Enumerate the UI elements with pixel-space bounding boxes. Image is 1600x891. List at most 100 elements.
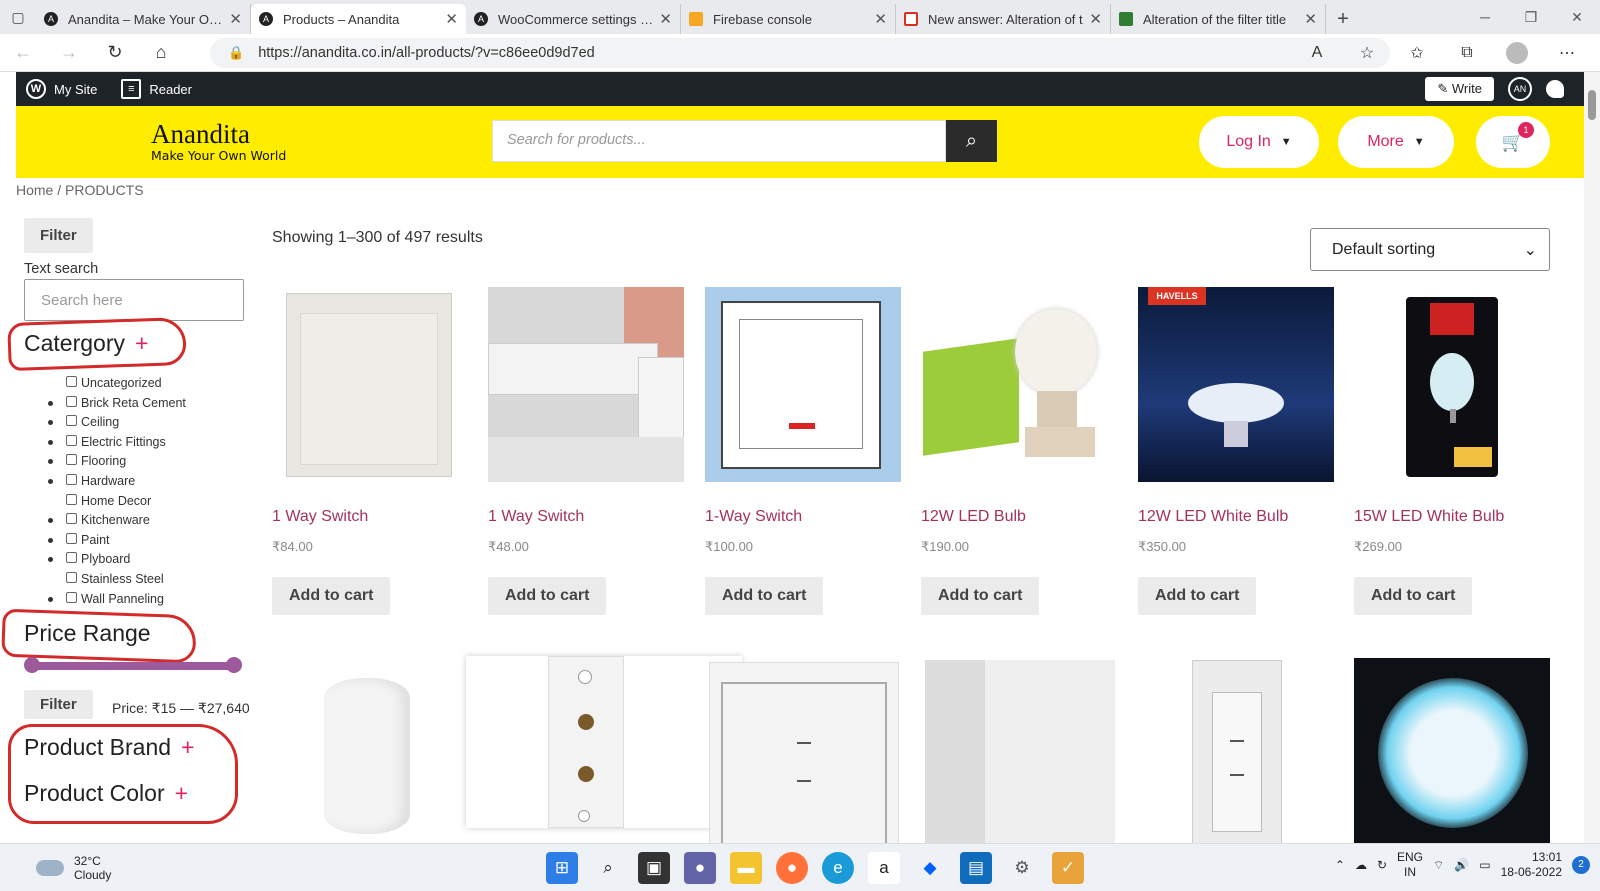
checkbox[interactable]	[66, 513, 77, 525]
close-window-icon[interactable]: ✕	[1554, 0, 1600, 34]
product-image[interactable]	[1354, 287, 1550, 482]
product-name[interactable]: 12W LED White Bulb	[1138, 508, 1334, 526]
browser-tab-active[interactable]: A Products – Anandita ✕	[251, 4, 466, 34]
more-menu-icon[interactable]: ⋯	[1544, 38, 1590, 68]
search-button[interactable]: ⌕	[946, 120, 997, 162]
product-image[interactable]	[1138, 656, 1334, 851]
collections-icon[interactable]: ⧉	[1444, 38, 1490, 68]
category-item[interactable]: Wall Panneling	[48, 591, 186, 612]
product-image[interactable]	[1354, 658, 1550, 853]
page-scrollbar[interactable]	[1584, 72, 1600, 843]
category-item[interactable]: Stainless Steel	[56, 571, 186, 592]
product-image[interactable]	[705, 287, 901, 482]
my-site-link[interactable]: W My Site	[26, 79, 97, 99]
checkbox[interactable]	[66, 473, 77, 485]
new-tab-button[interactable]: +	[1326, 4, 1360, 34]
slider-max-handle[interactable]	[226, 657, 242, 673]
product-name[interactable]: 15W LED White Bulb	[1354, 508, 1550, 526]
checkbox[interactable]	[66, 493, 77, 505]
close-tab-icon[interactable]: ✕	[659, 10, 672, 28]
checkbox[interactable]	[66, 395, 77, 407]
add-to-cart-button[interactable]: Add to cart	[705, 577, 824, 615]
dropbox-icon[interactable]: ◆	[914, 852, 946, 884]
product-name[interactable]: 1-Way Switch	[705, 508, 901, 526]
product-name[interactable]: 1 Way Switch	[488, 508, 684, 526]
category-item[interactable]: Home Decor	[56, 493, 186, 514]
category-item[interactable]: Plyboard	[48, 552, 186, 572]
store-icon[interactable]: ▤	[960, 852, 992, 884]
login-button[interactable]: Log In ▼	[1199, 116, 1319, 168]
product-image[interactable]	[272, 287, 468, 482]
product-name[interactable]: 1 Way Switch	[272, 508, 468, 526]
browser-tab[interactable]: Firebase console ✕	[681, 4, 896, 34]
category-item[interactable]: Uncategorized	[56, 376, 186, 396]
notification-badge[interactable]: 2	[1572, 856, 1590, 874]
filter-button[interactable]: Filter	[24, 218, 93, 253]
restore-icon[interactable]: ❐	[1508, 0, 1554, 34]
favorite-star-icon[interactable]: ☆	[1344, 38, 1390, 68]
search-input[interactable]	[24, 279, 244, 321]
onedrive-icon[interactable]: ☁	[1355, 858, 1367, 872]
slider-min-handle[interactable]	[24, 657, 40, 673]
checkbox[interactable]	[66, 532, 77, 544]
checkbox[interactable]	[66, 415, 77, 427]
category-item[interactable]: Ceiling	[48, 415, 186, 435]
product-search-input[interactable]: Search for products...	[492, 120, 946, 162]
category-item[interactable]: Brick Reta Cement	[48, 395, 186, 416]
checkbox[interactable]	[66, 552, 77, 564]
add-to-cart-button[interactable]: Add to cart	[1354, 577, 1473, 615]
breadcrumb[interactable]: Home / PRODUCTS	[16, 182, 144, 198]
product-image[interactable]: HAVELLS	[1138, 287, 1334, 482]
add-to-cart-button[interactable]: Add to cart	[488, 577, 607, 615]
add-to-cart-button[interactable]: Add to cart	[921, 577, 1040, 615]
price-filter-button[interactable]: Filter	[24, 690, 93, 719]
product-image[interactable]	[921, 287, 1117, 482]
back-icon[interactable]: ←	[0, 36, 46, 70]
settings-gear-icon[interactable]: ⚙	[1006, 852, 1038, 884]
category-item[interactable]: Hardware	[48, 473, 186, 494]
tab-actions-icon[interactable]: ▢	[0, 0, 36, 34]
browser-tab[interactable]: A Anandita – Make Your Own ✕	[36, 4, 251, 34]
home-icon[interactable]: ⌂	[138, 36, 184, 70]
file-explorer-icon[interactable]: ▬	[730, 852, 762, 884]
start-icon[interactable]: ⊞	[546, 852, 578, 884]
checkbox[interactable]	[66, 434, 77, 446]
product-image[interactable]	[466, 656, 742, 828]
task-view-icon[interactable]: ▣	[638, 852, 670, 884]
close-tab-icon[interactable]: ✕	[1304, 10, 1317, 28]
site-logo[interactable]: Anandita Make Your Own World	[151, 119, 286, 163]
category-item[interactable]: Kitchenware	[48, 513, 186, 533]
task-app-icon[interactable]: ✓	[1052, 852, 1084, 884]
more-button[interactable]: More ▼	[1338, 116, 1454, 168]
add-to-cart-button[interactable]: Add to cart	[1138, 577, 1257, 615]
scrollbar-thumb[interactable]	[1588, 90, 1596, 120]
sort-select[interactable]: Default sorting ⌄	[1310, 228, 1550, 271]
user-avatar[interactable]: AN	[1508, 77, 1532, 101]
url-field[interactable]: 🔒 https://anandita.co.in/all-products/?v…	[210, 38, 1390, 68]
checkbox[interactable]	[66, 454, 77, 466]
wifi-icon[interactable]: ⌔	[1433, 858, 1444, 873]
product-image[interactable]	[709, 662, 905, 857]
notifications-icon[interactable]	[1546, 80, 1564, 98]
search-icon[interactable]: ⌕	[592, 852, 624, 884]
volume-icon[interactable]: 🔊	[1454, 858, 1469, 872]
product-name[interactable]: 12W LED Bulb	[921, 508, 1117, 526]
forward-icon[interactable]: →	[46, 36, 92, 70]
lock-icon[interactable]: 🔒	[228, 45, 244, 61]
category-item[interactable]: Paint	[48, 532, 186, 553]
read-aloud-icon[interactable]: A	[1294, 38, 1340, 68]
write-button[interactable]: ✎ Write	[1425, 77, 1494, 101]
language-indicator[interactable]: ENG IN	[1397, 850, 1423, 880]
browser-tab[interactable]: New answer: Alteration of t ✕	[896, 4, 1111, 34]
browser-tab[interactable]: Alteration of the filter title ✕	[1111, 4, 1326, 34]
clock[interactable]: 13:01 18-06-2022	[1501, 850, 1562, 880]
checkbox[interactable]	[66, 591, 77, 603]
chevron-up-icon[interactable]: ⌃	[1335, 858, 1345, 872]
product-image[interactable]	[272, 652, 468, 847]
close-tab-icon[interactable]: ✕	[874, 10, 887, 28]
battery-icon[interactable]: ▭	[1479, 858, 1490, 872]
product-image[interactable]	[921, 656, 1117, 851]
close-tab-icon[interactable]: ✕	[1089, 10, 1102, 28]
close-tab-icon[interactable]: ✕	[445, 10, 458, 28]
price-range-slider[interactable]	[24, 657, 242, 673]
